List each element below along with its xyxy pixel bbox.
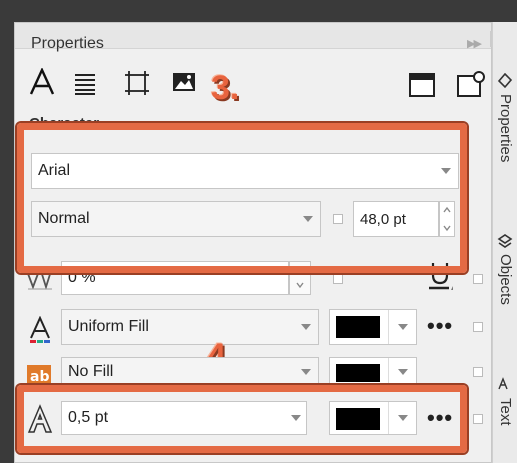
panel-title: Properties: [31, 35, 104, 52]
fill-checkbox[interactable]: [473, 322, 483, 332]
section-title-character: Character: [29, 115, 100, 132]
chevron-down-icon[interactable]: [293, 310, 319, 344]
character-icon[interactable]: [27, 67, 57, 97]
font-style-select[interactable]: Normal: [31, 201, 321, 237]
fill-more-button[interactable]: •••: [427, 313, 453, 339]
graphic-icon[interactable]: [169, 67, 199, 97]
text-tab-icon[interactable]: [495, 374, 515, 392]
chevron-down-icon[interactable]: [283, 401, 309, 435]
chevron-down-icon: [398, 324, 408, 330]
underline-icon[interactable]: [425, 259, 455, 293]
background-fill-select[interactable]: No Fill: [61, 357, 319, 387]
font-size-value: 48,0 pt: [360, 210, 406, 228]
outline-checkbox[interactable]: [473, 414, 483, 424]
kerning-icon: [25, 267, 55, 291]
highlight-box-3: [17, 123, 467, 273]
outline-more-button[interactable]: •••: [427, 405, 453, 431]
underline-checkbox[interactable]: [473, 274, 483, 284]
outline-color-picker[interactable]: [329, 401, 417, 435]
frame-style-icon[interactable]: [407, 71, 437, 99]
font-family-select[interactable]: Arial: [31, 153, 459, 189]
kerning-value: 0 %: [68, 269, 96, 286]
chevron-down-icon[interactable]: [295, 202, 321, 236]
font-size-stepper[interactable]: [439, 201, 455, 237]
panel-header: Properties ▶▶: [15, 23, 493, 52]
kerning-stepper[interactable]: [289, 261, 311, 295]
frame-options-icon[interactable]: [455, 69, 487, 99]
paragraph-icon[interactable]: [71, 69, 99, 97]
text-fill-icon: [27, 315, 53, 345]
fill-color-swatch: [336, 316, 380, 338]
chevron-down-icon: [398, 415, 408, 421]
outline-width-value: 0,5 pt: [68, 409, 109, 426]
kerning-checkbox[interactable]: [333, 274, 343, 284]
outline-color-swatch: [336, 408, 380, 430]
font-size-input[interactable]: 48,0 pt: [353, 201, 439, 237]
tab-properties[interactable]: Properties: [495, 94, 516, 204]
tab-text[interactable]: Text: [495, 398, 516, 458]
background-color-picker[interactable]: [329, 357, 417, 387]
background-color-swatch: [336, 364, 380, 382]
text-outline-icon: [25, 403, 55, 435]
outline-width-select[interactable]: 0,5 pt: [61, 401, 307, 435]
background-fill-value: No Fill: [68, 363, 114, 380]
frame-icon[interactable]: [123, 69, 151, 97]
chevron-down-icon[interactable]: [293, 357, 319, 387]
kerning-input[interactable]: 0 %: [61, 261, 289, 295]
fill-type-select[interactable]: Uniform Fill: [61, 309, 319, 345]
properties-panel: Properties ▶▶ 3. Character Arial Normal …: [14, 22, 505, 463]
step-3-label: 3.: [211, 69, 240, 107]
font-family-value: Arial: [38, 162, 71, 179]
tab-objects[interactable]: Objects: [495, 254, 516, 344]
background-fill-icon: ab: [25, 363, 53, 387]
fill-color-picker[interactable]: [329, 309, 417, 345]
svg-text:ab: ab: [30, 369, 49, 385]
properties-tab-icon[interactable]: [495, 72, 515, 90]
font-style-value: Normal: [38, 210, 90, 227]
background-checkbox[interactable]: [473, 367, 483, 377]
objects-tab-icon[interactable]: [495, 232, 515, 250]
docker-tab-strip: Properties Objects Text: [492, 22, 517, 463]
chevron-down-icon: [398, 369, 408, 375]
fill-type-value: Uniform Fill: [68, 318, 149, 335]
collapse-icon[interactable]: ▶▶: [467, 37, 482, 50]
chevron-down-icon[interactable]: [433, 154, 459, 188]
font-size-checkbox[interactable]: [333, 214, 343, 224]
